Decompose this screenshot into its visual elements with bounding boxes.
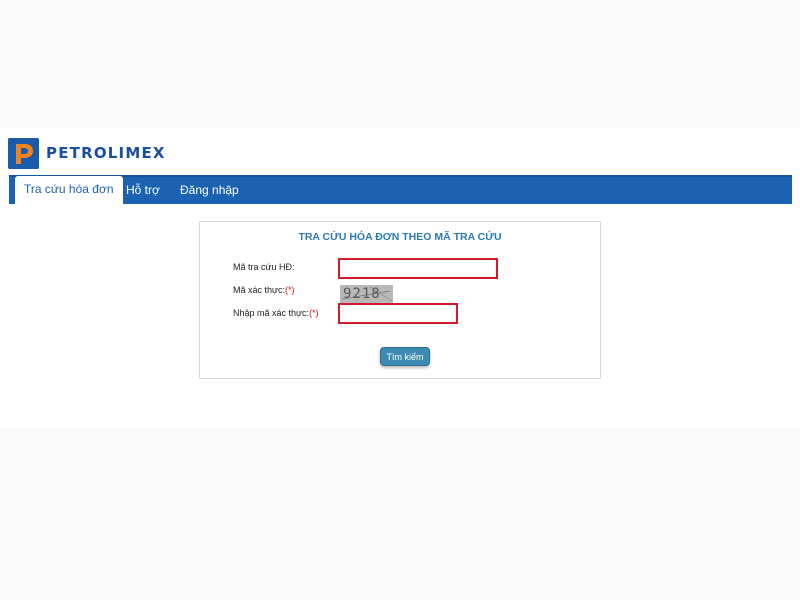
captcha-label: Mã xác thực:(*) [233, 285, 295, 295]
nav-bar: Tra cứu hóa đơn Hỗ trợ Đăng nhập [9, 175, 792, 204]
invoice-code-label: Mã tra cứu HĐ: [233, 262, 295, 272]
captcha-input-label-text: Nhập mã xác thực: [233, 308, 310, 318]
page-content: PETROLIMEX Tra cứu hóa đơn Hỗ trợ Đăng n… [0, 128, 800, 428]
required-mark: (*) [309, 308, 319, 318]
petrolimex-logo-icon [8, 137, 39, 169]
tab-invoice-lookup[interactable]: Tra cứu hóa đơn [15, 176, 123, 204]
tab-login[interactable]: Đăng nhập [171, 177, 248, 204]
lookup-panel: TRA CỨU HÓA ĐƠN THEO MÃ TRA CỨU Mã tra c… [199, 221, 601, 379]
tab-support[interactable]: Hỗ trợ [117, 177, 169, 204]
required-mark: (*) [285, 285, 295, 295]
invoice-code-label-text: Mã tra cứu HĐ: [233, 262, 295, 272]
search-button[interactable]: Tìm kiếm [380, 347, 430, 366]
captcha-text: 9218 [343, 286, 381, 302]
panel-title: TRA CỨU HÓA ĐƠN THEO MÃ TRA CỨU [298, 231, 502, 243]
captcha-label-text: Mã xác thực: [233, 285, 286, 295]
brand-name: PETROLIMEX [46, 144, 166, 162]
header: PETROLIMEX [8, 136, 166, 170]
captcha-input-label: Nhập mã xác thực:(*) [233, 308, 319, 318]
captcha-image: 9218 [340, 285, 393, 304]
invoice-code-input[interactable] [338, 258, 498, 279]
captcha-input[interactable] [338, 303, 458, 324]
